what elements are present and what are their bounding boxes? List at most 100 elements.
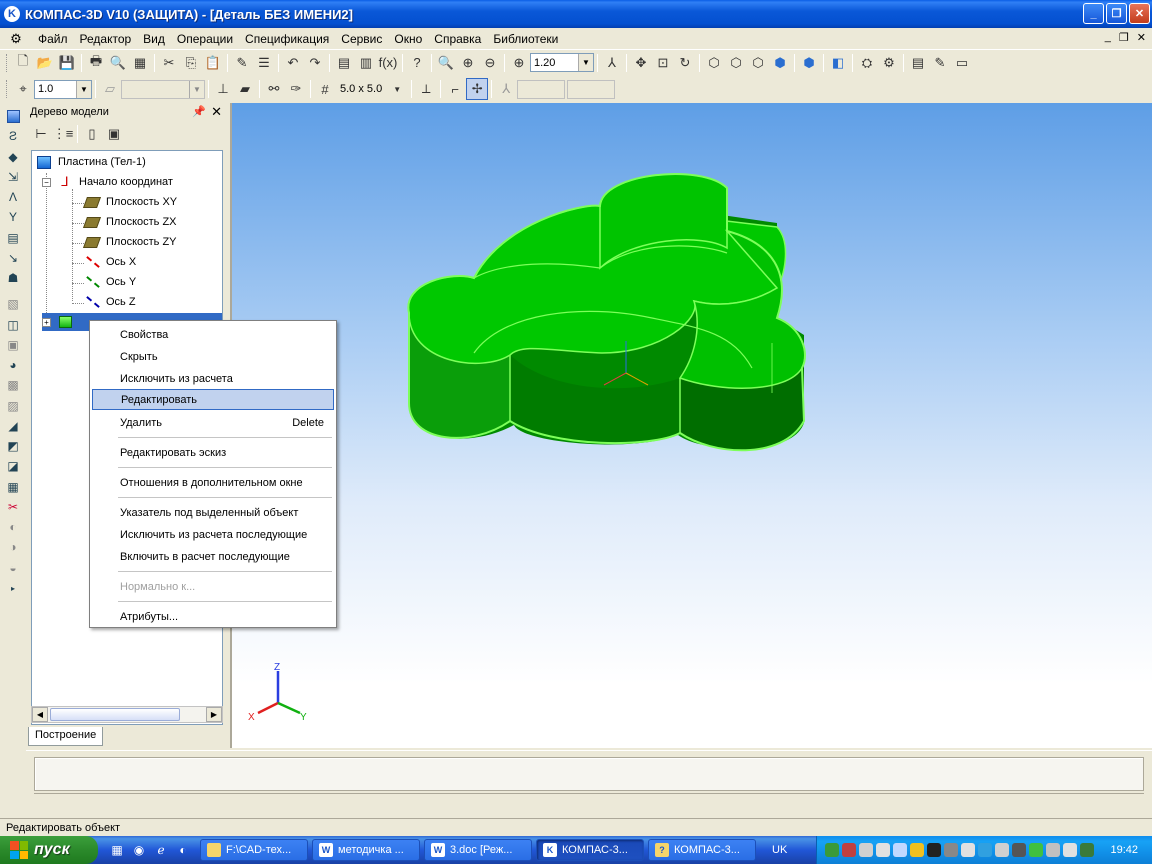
ctx-exclude[interactable]: Исключить из расчета bbox=[92, 368, 334, 389]
library-icon[interactable]: ▥ bbox=[355, 52, 377, 74]
tray-icon[interactable] bbox=[859, 843, 873, 857]
menu-operations[interactable]: Операции bbox=[171, 32, 239, 46]
menu-window[interactable]: Окно bbox=[388, 32, 428, 46]
measure-icon[interactable]: ⛭ bbox=[856, 52, 878, 74]
step-cursor-icon[interactable]: ⌖ bbox=[12, 78, 34, 100]
pin-icon[interactable]: 📌 bbox=[192, 105, 206, 118]
chevron-down-icon[interactable]: ▼ bbox=[578, 54, 593, 71]
snap-settings-icon[interactable]: ✑ bbox=[285, 78, 307, 100]
arrays-icon[interactable]: ⇲ bbox=[3, 167, 23, 187]
tray-icon[interactable] bbox=[1012, 843, 1026, 857]
hole-icon[interactable]: ◪ bbox=[3, 456, 23, 476]
taskbar-item-kompas-active[interactable]: K КОМПАС-3... bbox=[536, 839, 644, 861]
menu-help[interactable]: Справка bbox=[428, 32, 487, 46]
tree-item-part[interactable]: Пластина (Тел-1) bbox=[36, 153, 146, 171]
rotate-icon[interactable]: ↻ bbox=[674, 52, 696, 74]
ctx-edit[interactable]: Редактировать bbox=[92, 389, 334, 410]
panel-close-icon[interactable]: ✕ bbox=[211, 104, 222, 120]
preview-icon[interactable]: ▦ bbox=[129, 52, 151, 74]
cut-extrude-icon[interactable]: ▩ bbox=[3, 375, 23, 395]
print-preview-icon[interactable]: 🔍 bbox=[107, 52, 129, 74]
expand-icon[interactable]: + bbox=[42, 317, 51, 327]
ortho-mode-icon[interactable]: ⌐ bbox=[444, 78, 466, 100]
ctx-hide[interactable]: Скрыть bbox=[92, 346, 334, 367]
rotate-operation-icon[interactable]: ◫ bbox=[3, 314, 23, 334]
filter-icon[interactable]: Y bbox=[3, 207, 23, 227]
plane-icon[interactable]: ▰ bbox=[234, 78, 256, 100]
show-all-icon[interactable]: ⊡ bbox=[652, 52, 674, 74]
mdi-restore-button[interactable]: ❐ bbox=[1119, 31, 1129, 44]
tray-icon[interactable] bbox=[910, 843, 924, 857]
toolbar-grip-2[interactable] bbox=[6, 80, 9, 98]
explorer-icon[interactable]: ◐ bbox=[174, 841, 192, 859]
spatial-curves-icon[interactable]: Ƨ bbox=[3, 126, 23, 146]
mirror-icon[interactable]: ◐ bbox=[3, 517, 23, 537]
ctx-pointer-under[interactable]: Указатель под выделенный объект bbox=[92, 502, 334, 523]
specification-icon[interactable]: ☗ bbox=[3, 268, 23, 288]
tray-icon[interactable] bbox=[876, 843, 890, 857]
taskbar-item-kompas-help[interactable]: ? КОМПАС-3... bbox=[648, 839, 756, 861]
solid-operations-icon[interactable] bbox=[3, 106, 23, 126]
tree-item-plane-zy[interactable]: Плоскость ZY bbox=[82, 233, 177, 251]
properties-icon[interactable]: ☰ bbox=[253, 52, 275, 74]
ctx-relations-window[interactable]: Отношения в дополнительном окне bbox=[92, 472, 334, 493]
rib-icon[interactable]: ◒ bbox=[3, 558, 23, 578]
taskbar-item-word-2[interactable]: W 3.doc [Реж... bbox=[424, 839, 532, 861]
close-button[interactable]: ✕ bbox=[1129, 3, 1150, 24]
save-icon[interactable]: 💾 bbox=[56, 52, 78, 74]
draft-icon[interactable]: ◑ bbox=[3, 537, 23, 557]
document-menu-icon[interactable]: ⚙ bbox=[8, 31, 24, 47]
chevron-down-icon[interactable]: ▼ bbox=[76, 80, 91, 98]
grid-dropdown-icon[interactable]: ▼ bbox=[386, 78, 408, 100]
scroll-right-icon[interactable]: ▶ bbox=[206, 707, 222, 722]
more-tools-icon[interactable]: ▸ bbox=[3, 578, 23, 598]
grid-step-value[interactable]: 5.0 x 5.0 bbox=[336, 83, 386, 95]
pan-icon[interactable]: ✥ bbox=[630, 52, 652, 74]
surfaces-icon[interactable]: ◆ bbox=[3, 147, 23, 167]
tray-icon[interactable] bbox=[978, 843, 992, 857]
zoom-combo[interactable]: 1.20 ▼ bbox=[530, 53, 594, 72]
copy-icon[interactable]: ⎘ bbox=[180, 52, 202, 74]
shaded-edges-icon[interactable]: ⬢ bbox=[798, 52, 820, 74]
auxiliary-geometry-icon[interactable]: Λ bbox=[3, 187, 23, 207]
loft-icon[interactable]: ◕ bbox=[3, 355, 23, 375]
model-viewport[interactable]: Z X Y bbox=[230, 103, 1152, 748]
menu-service[interactable]: Сервис bbox=[335, 32, 388, 46]
minimize-button[interactable]: _ bbox=[1083, 3, 1104, 24]
copy-properties-icon[interactable]: ✎ bbox=[231, 52, 253, 74]
tray-icon[interactable] bbox=[1029, 843, 1043, 857]
measure-tool-icon[interactable]: ↘ bbox=[3, 248, 23, 268]
mdi-close-button[interactable]: ✕ bbox=[1137, 31, 1146, 44]
start-button[interactable]: пуск bbox=[0, 836, 98, 864]
tray-icon[interactable] bbox=[961, 843, 975, 857]
print-icon[interactable]: 🖶 bbox=[85, 52, 107, 74]
zoom-scale-icon[interactable]: ⊕ bbox=[508, 52, 530, 74]
grid-icon[interactable]: # bbox=[314, 78, 336, 100]
scroll-left-icon[interactable]: ◀ bbox=[32, 707, 48, 722]
tray-icon[interactable] bbox=[842, 843, 856, 857]
taskbar-item-word-1[interactable]: Wметодичка ... bbox=[312, 839, 420, 861]
edit-icon[interactable]: ✎ bbox=[929, 52, 951, 74]
mass-properties-icon[interactable]: ⚙ bbox=[878, 52, 900, 74]
shell-icon[interactable]: ▦ bbox=[3, 477, 23, 497]
redo-icon[interactable]: ↷ bbox=[304, 52, 326, 74]
ctx-delete[interactable]: Удалить Delete bbox=[92, 412, 334, 433]
cut-rotate-icon[interactable]: ▨ bbox=[3, 396, 23, 416]
clock[interactable]: 19:42 bbox=[1110, 844, 1138, 856]
context-help-icon[interactable]: ? bbox=[406, 52, 428, 74]
menu-libraries[interactable]: Библиотеки bbox=[487, 32, 564, 46]
tab-construction[interactable]: Построение bbox=[28, 727, 104, 746]
toolbar-grip[interactable] bbox=[6, 53, 9, 72]
tray-icon[interactable] bbox=[893, 843, 907, 857]
local-cs-icon[interactable]: ⊥ bbox=[212, 78, 234, 100]
tree-item-axis-z[interactable]: Ось Z bbox=[84, 293, 136, 311]
fillet-icon[interactable]: ◢ bbox=[3, 416, 23, 436]
tree-item-plane-zx[interactable]: Плоскость ZX bbox=[82, 213, 177, 231]
manager-icon[interactable]: ▤ bbox=[333, 52, 355, 74]
kompas-app-icon[interactable]: K bbox=[4, 6, 20, 22]
perspective-icon[interactable]: ◧ bbox=[827, 52, 849, 74]
tray-icon[interactable] bbox=[995, 843, 1009, 857]
thin-hidden-lines-icon[interactable]: ⬡ bbox=[747, 52, 769, 74]
menu-file[interactable]: Файл bbox=[32, 32, 74, 46]
extrude-icon[interactable]: ▧ bbox=[3, 294, 23, 314]
